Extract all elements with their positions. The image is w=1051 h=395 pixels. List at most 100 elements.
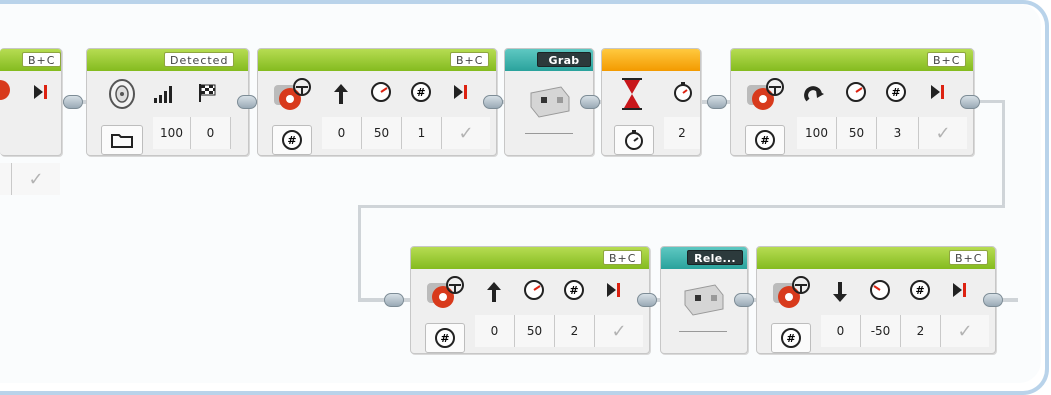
- brake-check[interactable]: ✓: [442, 117, 490, 149]
- seconds-value[interactable]: 2: [664, 117, 700, 149]
- medium-motor-icon: [527, 83, 573, 119]
- arrow-up-icon: [330, 83, 352, 105]
- power-value[interactable]: 50: [837, 117, 877, 149]
- sequence-plug[interactable]: [707, 95, 727, 109]
- move-steering-block[interactable]: B+C # # 0 -50 2 ✓: [756, 246, 996, 354]
- rotations-icon: #: [282, 130, 302, 150]
- brake-icon: [949, 279, 971, 301]
- value-cell[interactable]: 100: [153, 117, 191, 149]
- sequence-wire-vertical-2: [358, 205, 361, 300]
- folder-icon: [111, 134, 133, 148]
- svg-text:#: #: [440, 332, 449, 345]
- rotations-icon: #: [885, 81, 907, 103]
- block-label[interactable]: Rele...: [687, 250, 743, 265]
- brake-icon: [450, 81, 472, 103]
- stopwatch-icon: [625, 130, 643, 150]
- power-value[interactable]: 50: [362, 117, 402, 149]
- motor-icon: [767, 275, 811, 311]
- mode-selector[interactable]: #: [771, 323, 811, 353]
- steering-value[interactable]: 0: [821, 315, 861, 347]
- motor-icon: [0, 79, 12, 101]
- speed-gauge-icon: [845, 81, 867, 103]
- hourglass-icon: [620, 77, 644, 111]
- speaker-icon: [103, 77, 137, 111]
- move-steering-block[interactable]: B+C # # 100 50 3 ✓: [730, 48, 974, 156]
- value-cell[interactable]: [0, 163, 12, 195]
- port-badge[interactable]: B+C: [949, 250, 989, 265]
- rotations-icon: #: [781, 328, 801, 348]
- block-label[interactable]: Grab: [537, 52, 591, 67]
- rotations-value[interactable]: 2: [555, 315, 595, 347]
- rotations-value[interactable]: 2: [901, 315, 941, 347]
- steering-value[interactable]: 100: [797, 117, 837, 149]
- sequence-plug[interactable]: [734, 293, 754, 307]
- motor-icon: [741, 77, 785, 113]
- sequence-plug[interactable]: [983, 293, 1003, 307]
- brake-check[interactable]: ✓: [919, 117, 967, 149]
- sequence-plug[interactable]: [237, 95, 257, 109]
- rotations-icon: #: [755, 130, 775, 150]
- wait-timer-block[interactable]: 2: [601, 48, 701, 156]
- speed-gauge-icon: [370, 81, 392, 103]
- rotations-value[interactable]: 3: [877, 117, 919, 149]
- svg-text:#: #: [760, 134, 769, 147]
- brake-check[interactable]: ✓: [941, 315, 989, 347]
- arrow-up-icon: [483, 281, 505, 303]
- brake-icon: [603, 279, 625, 301]
- steering-value[interactable]: 0: [475, 315, 515, 347]
- svg-text:#: #: [287, 134, 296, 147]
- mode-badge[interactable]: Detected: [164, 52, 235, 67]
- folder-mode-selector[interactable]: [101, 125, 143, 155]
- brake-icon: [30, 81, 52, 103]
- motor-icon: [421, 275, 465, 311]
- result-check[interactable]: ✓: [12, 163, 60, 195]
- timer-mode-selector[interactable]: [614, 125, 654, 155]
- rotations-icon: #: [909, 279, 931, 301]
- sound-block[interactable]: Detected 100 0: [86, 48, 249, 156]
- brake-icon: [927, 81, 949, 103]
- bars-icon: [153, 83, 175, 105]
- curved-arrow-icon: [803, 83, 825, 105]
- sequence-plug[interactable]: [63, 95, 83, 109]
- svg-text:#: #: [416, 86, 425, 99]
- stopwatch-icon: [672, 81, 694, 103]
- svg-text:#: #: [786, 332, 795, 345]
- divider: [525, 133, 573, 134]
- sequence-plug[interactable]: [960, 95, 980, 109]
- rotations-icon: #: [410, 81, 432, 103]
- motor-icon: [268, 77, 312, 113]
- mode-selector[interactable]: #: [745, 125, 785, 155]
- move-steering-block[interactable]: B+C # # 0 50 2 ✓: [410, 246, 650, 354]
- sequence-plug[interactable]: [580, 95, 600, 109]
- steering-value[interactable]: 0: [322, 117, 362, 149]
- power-value[interactable]: 50: [515, 315, 555, 347]
- mode-selector[interactable]: #: [272, 125, 312, 155]
- port-badge[interactable]: B+C: [450, 52, 490, 67]
- speed-gauge-icon: [523, 279, 545, 301]
- svg-text:#: #: [569, 284, 578, 297]
- move-steering-block-partial[interactable]: B+C ✓: [0, 48, 62, 195]
- mode-selector[interactable]: #: [425, 323, 465, 353]
- port-badge[interactable]: B+C: [22, 52, 62, 67]
- brake-check[interactable]: ✓: [595, 315, 643, 347]
- port-badge[interactable]: B+C: [603, 250, 643, 265]
- rotations-icon: #: [435, 328, 455, 348]
- svg-text:#: #: [915, 284, 924, 297]
- sequence-wire-across: [358, 205, 1005, 208]
- sequence-wire-vertical: [1002, 100, 1005, 207]
- svg-text:#: #: [891, 86, 900, 99]
- arrow-down-icon: [829, 281, 851, 303]
- rotations-icon: #: [563, 279, 585, 301]
- port-badge[interactable]: B+C: [927, 52, 967, 67]
- sequence-plug[interactable]: [384, 293, 404, 307]
- sequence-plug[interactable]: [483, 95, 503, 109]
- power-value[interactable]: -50: [861, 315, 901, 347]
- sequence-plug[interactable]: [637, 293, 657, 307]
- flag-icon: [197, 82, 219, 104]
- rotations-value[interactable]: 1: [402, 117, 442, 149]
- speed-gauge-icon: [869, 279, 891, 301]
- block-header: [602, 49, 700, 71]
- value-cell[interactable]: 0: [191, 117, 231, 149]
- move-steering-block[interactable]: B+C # # 0 50 1 ✓: [257, 48, 497, 156]
- medium-motor-icon: [681, 281, 727, 317]
